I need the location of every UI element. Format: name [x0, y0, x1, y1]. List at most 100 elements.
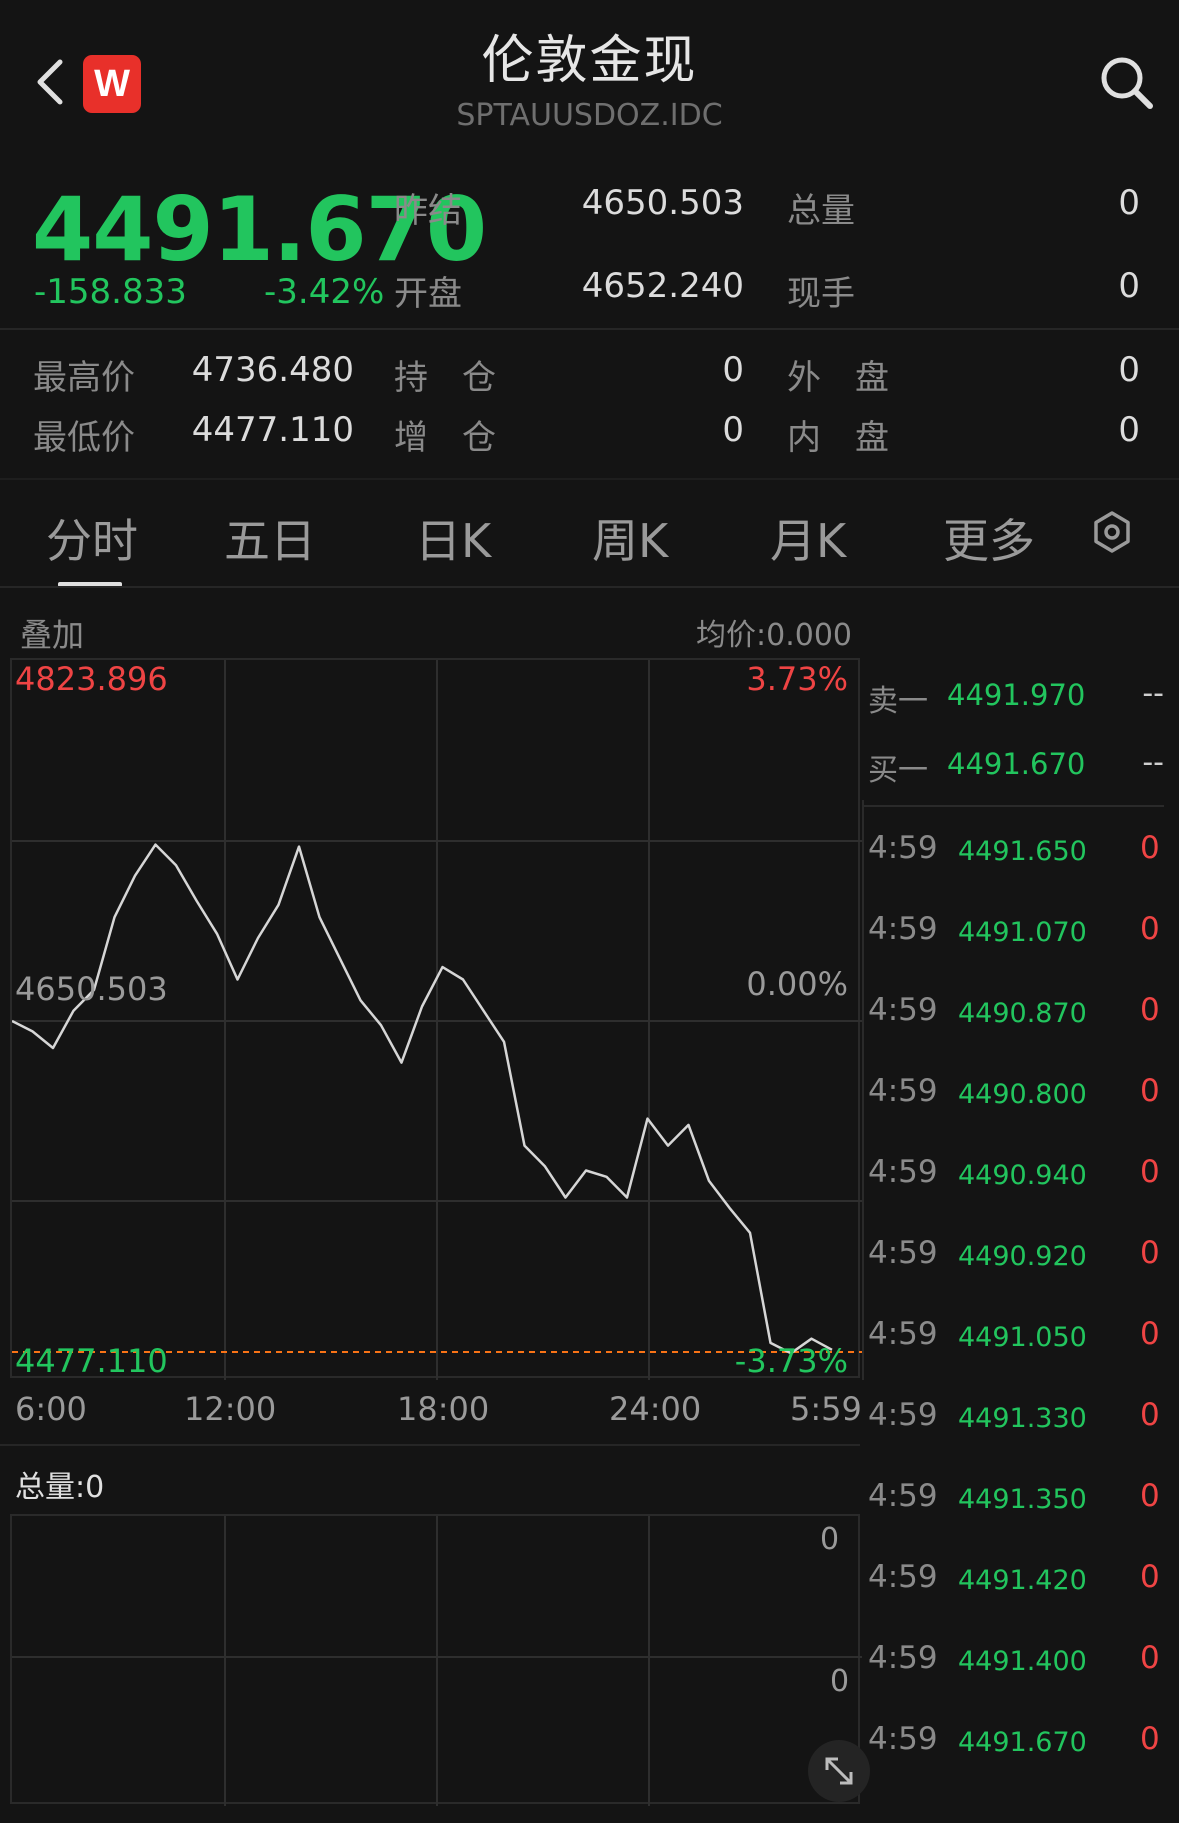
low-label: 最低价 — [33, 418, 135, 458]
tick-time: 4:59 — [868, 1316, 938, 1352]
volume-mid-label: 0 — [830, 1664, 850, 1699]
volume-total: 总量:0 — [15, 1470, 105, 1505]
tick-volume: 0 — [1140, 1316, 1160, 1352]
total-volume-label: 总量 — [787, 191, 855, 231]
tab-intraday[interactable]: 分时 — [46, 505, 138, 571]
tick-price: 4491.420 — [958, 1565, 1087, 1596]
time-axis-label: 24:00 — [609, 1390, 702, 1428]
tick-time: 4:59 — [868, 911, 938, 947]
tick-volume: 0 — [1140, 911, 1160, 947]
sell1-volume: -- — [1142, 676, 1164, 711]
buy1-price: 4491.670 — [947, 747, 1086, 781]
volume-max-label: 0 — [820, 1522, 840, 1557]
divider — [0, 1444, 860, 1446]
tick-price: 4491.400 — [958, 1646, 1087, 1677]
inner-value: 0 — [1118, 410, 1140, 450]
time-axis-label: 6:00 — [15, 1390, 87, 1428]
volume-chart — [10, 1514, 862, 1806]
open-value: 4652.240 — [581, 266, 744, 306]
sell1-label: 卖一 — [868, 684, 928, 719]
tab-five-day[interactable]: 五日 — [224, 505, 316, 571]
min-pct-label: -3.73% — [734, 1342, 848, 1380]
tick-time: 4:59 — [868, 1397, 938, 1433]
time-axis-label: 18:00 — [397, 1390, 490, 1428]
grid-line — [224, 1516, 226, 1806]
tick-price: 4491.650 — [958, 836, 1087, 867]
prev-settle-value: 4650.503 — [581, 183, 744, 223]
symbol-code: SPTAUUSDOZ.IDC — [456, 98, 723, 133]
buy1-volume: -- — [1142, 745, 1164, 780]
tick-price: 4491.050 — [958, 1322, 1087, 1353]
tick-volume: 0 — [1140, 1073, 1160, 1109]
tick-price: 4490.940 — [958, 1160, 1087, 1191]
tick-volume: 0 — [1140, 1478, 1160, 1514]
tick-volume: 0 — [1140, 1721, 1160, 1757]
tick-volume: 0 — [1140, 1154, 1160, 1190]
tick-time: 4:59 — [868, 1154, 938, 1190]
divider — [862, 800, 864, 1380]
min-price-label: 4477.110 — [15, 1342, 168, 1380]
expand-button[interactable] — [808, 1740, 870, 1802]
max-pct-label: 3.73% — [746, 660, 848, 698]
divider — [0, 328, 1179, 330]
grid-line — [436, 1516, 438, 1806]
price-change: -158.833 — [34, 272, 187, 312]
open-label: 开盘 — [394, 274, 462, 314]
current-hand-value: 0 — [1118, 266, 1140, 306]
tick-price: 4491.350 — [958, 1484, 1087, 1515]
tick-volume: 0 — [1140, 992, 1160, 1028]
time-axis-label: 12:00 — [184, 1390, 277, 1428]
current-hand-label: 现手 — [787, 274, 855, 314]
tick-price: 4491.330 — [958, 1403, 1087, 1434]
high-label: 最高价 — [33, 358, 135, 398]
price-line-chart — [12, 843, 862, 1355]
tab-monthly-k[interactable]: 月K — [770, 505, 846, 571]
price-line — [12, 843, 833, 1355]
tick-volume: 0 — [1140, 1559, 1160, 1595]
tick-time: 4:59 — [868, 830, 938, 866]
tick-volume: 0 — [1140, 1640, 1160, 1676]
prev-settle-label: 昨结 — [394, 191, 462, 231]
oi-change-label: 增 仓 — [394, 418, 496, 458]
max-price-label: 4823.896 — [15, 660, 168, 698]
low-value: 4477.110 — [191, 410, 354, 450]
divider — [0, 586, 1179, 588]
tick-price: 4491.670 — [958, 1727, 1087, 1758]
tab-weekly-k[interactable]: 周K — [592, 505, 668, 571]
high-value: 4736.480 — [191, 350, 354, 390]
oi-change-value: 0 — [722, 410, 744, 450]
tick-price: 4491.070 — [958, 917, 1087, 948]
overlay-button[interactable]: 叠加 — [20, 610, 84, 656]
tick-time: 4:59 — [868, 1640, 938, 1676]
divider — [0, 478, 1179, 480]
average-price: 均价:0.000 — [696, 618, 852, 653]
price-change-pct: -3.42% — [264, 272, 385, 312]
sell1-price: 4491.970 — [947, 678, 1086, 712]
tick-time: 4:59 — [868, 1559, 938, 1595]
tick-volume: 0 — [1140, 1235, 1160, 1271]
tick-time: 4:59 — [868, 1721, 938, 1757]
buy1-label: 买一 — [868, 753, 928, 788]
outer-label: 外 盘 — [787, 358, 889, 398]
tick-volume: 0 — [1140, 1397, 1160, 1433]
expand-icon — [825, 1757, 853, 1785]
page-title: 伦敦金现 — [481, 31, 698, 91]
tick-time: 4:59 — [868, 992, 938, 1028]
tick-price: 4490.870 — [958, 998, 1087, 1029]
tab-more[interactable]: 更多 — [943, 505, 1035, 571]
outer-value: 0 — [1118, 350, 1140, 390]
divider — [864, 805, 1164, 807]
time-axis-label: 5:59 — [790, 1390, 862, 1428]
tick-time: 4:59 — [868, 1235, 938, 1271]
mid-pct-label: 0.00% — [746, 965, 848, 1003]
search-icon[interactable] — [1096, 52, 1156, 112]
open-interest-value: 0 — [722, 350, 744, 390]
tab-daily-k[interactable]: 日K — [415, 505, 491, 571]
open-interest-label: 持 仓 — [394, 358, 496, 398]
price-chart[interactable] — [10, 658, 862, 1380]
tick-volume: 0 — [1140, 830, 1160, 866]
tick-time: 4:59 — [868, 1478, 938, 1514]
tick-price: 4490.800 — [958, 1079, 1087, 1110]
settings-icon[interactable] — [1090, 510, 1134, 554]
grid-line — [648, 1516, 650, 1806]
